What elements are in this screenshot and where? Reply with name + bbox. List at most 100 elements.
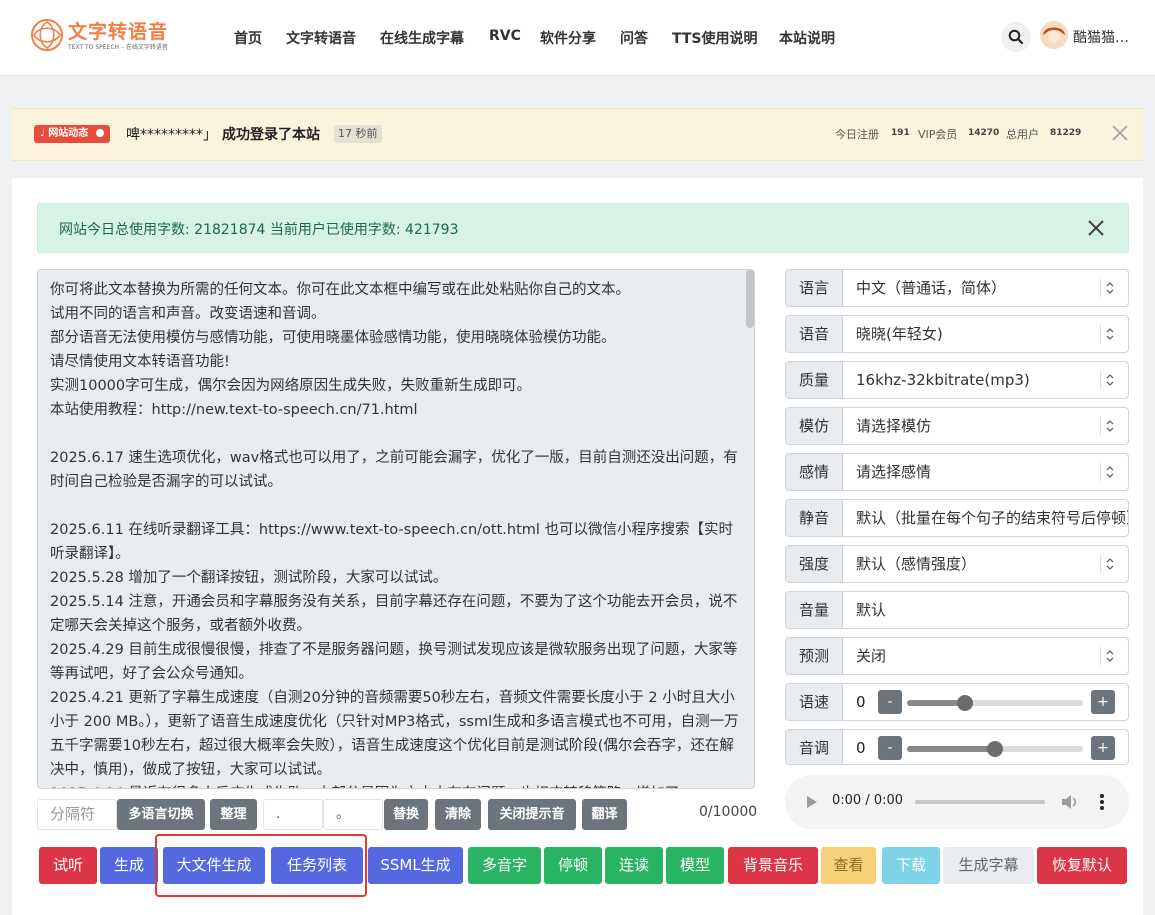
- stat-label-total: 总用户: [1006, 128, 1039, 141]
- speed-slider-track[interactable]: [907, 695, 1083, 711]
- view-button[interactable]: 查看: [821, 847, 876, 884]
- audio-progress-bar[interactable]: [915, 800, 1045, 804]
- notice-close-icon[interactable]: [1110, 123, 1130, 143]
- multi-language-toggle-button[interactable]: 多语言切换: [117, 799, 205, 830]
- play-icon[interactable]: [806, 795, 818, 809]
- text-input-content[interactable]: 你可将此文本替换为所需的任何文本。你可在此文本框中编写或在此处粘贴你自己的文本。…: [50, 278, 740, 788]
- nav-link-subtitles[interactable]: 在线生成字幕: [380, 28, 464, 48]
- pitch-minus-button[interactable]: -: [878, 736, 902, 760]
- imitation-value: 请选择模仿: [856, 417, 932, 435]
- close-prompt-sound-button[interactable]: 关闭提示音: [488, 799, 576, 830]
- pause-button[interactable]: 停顿: [544, 847, 602, 884]
- chevron-updown-icon: [1100, 371, 1118, 389]
- language-label: 语言: [786, 270, 843, 306]
- intensity-label: 强度: [786, 546, 843, 582]
- audio-player: 0:00 / 0:00: [785, 775, 1129, 829]
- stat-label-vip: VIP会员: [918, 128, 958, 141]
- volume-value: 默认: [856, 601, 887, 619]
- alert-close-icon[interactable]: [1087, 219, 1105, 237]
- more-options-icon[interactable]: [1099, 793, 1105, 811]
- restore-default-button[interactable]: 恢复默认: [1037, 847, 1127, 884]
- nav-link-text-to-speech[interactable]: 文字转语音: [286, 28, 356, 48]
- chevron-updown-icon: [1100, 463, 1118, 481]
- pitch-slider-fill: [907, 746, 995, 752]
- pitch-slider-track[interactable]: [907, 741, 1083, 757]
- speaker-icon: ♩: [40, 128, 45, 139]
- notice-badge: ♩ 网站动态: [34, 125, 110, 143]
- nav-link-rvc[interactable]: RVC: [489, 28, 521, 44]
- generate-subtitle-button[interactable]: 生成字幕: [943, 847, 1034, 884]
- background-music-button[interactable]: 背景音乐: [728, 847, 818, 884]
- pitch-slider-handle[interactable]: [987, 741, 1003, 757]
- quality-select[interactable]: 质量 16khz-32kbitrate(mp3): [785, 361, 1129, 399]
- pitch-plus-button[interactable]: +: [1091, 736, 1115, 760]
- speed-plus-button[interactable]: +: [1091, 690, 1115, 714]
- voice-select[interactable]: 语音 晓晓(年轻女): [785, 315, 1129, 353]
- quality-value: 16khz-32kbitrate(mp3): [856, 371, 1030, 389]
- avatar-face-icon: [1040, 21, 1068, 49]
- imitation-select[interactable]: 模仿 请选择模仿: [785, 407, 1129, 445]
- pitch-label: 音调: [786, 730, 843, 764]
- replace-to-input[interactable]: 。: [323, 799, 383, 830]
- ssml-generate-button[interactable]: SSML生成: [368, 847, 463, 884]
- prediction-select[interactable]: 预测 关闭: [785, 637, 1129, 675]
- stat-value-today-reg: 191: [891, 128, 910, 138]
- stat-value-total: 81229: [1050, 128, 1082, 138]
- site-logo[interactable]: 文字转语音 TEXT TO SPEECH – 在线文字转语音: [30, 16, 180, 56]
- model-button[interactable]: 模型: [666, 847, 724, 884]
- chevron-updown-icon: [1100, 279, 1118, 297]
- quality-label: 质量: [786, 362, 843, 398]
- chevron-updown-icon: [1100, 325, 1118, 343]
- search-icon: [1008, 29, 1024, 45]
- generate-button[interactable]: 生成: [100, 847, 158, 884]
- chevron-updown-icon: [1100, 555, 1118, 573]
- speed-label: 语速: [786, 684, 843, 720]
- listen-button[interactable]: 试听: [39, 847, 97, 884]
- notice-time: 17 秒前: [334, 125, 382, 143]
- language-value: 中文（普通话，简体）: [856, 279, 1007, 297]
- logo-title: 文字转语音: [68, 21, 169, 43]
- avatar[interactable]: [1040, 21, 1068, 49]
- translate-button[interactable]: 翻译: [582, 799, 627, 830]
- separator-input[interactable]: 分隔符: [37, 799, 117, 830]
- silence-label: 静音: [786, 500, 843, 536]
- search-button[interactable]: [1001, 22, 1031, 52]
- intensity-select[interactable]: 强度 默认（感情强度）: [785, 545, 1129, 583]
- nav-link-tts-guide[interactable]: TTS使用说明: [672, 28, 758, 48]
- replace-from-input[interactable]: .: [263, 799, 323, 830]
- clear-button[interactable]: 清除: [435, 799, 481, 830]
- notice-message: 成功登录了本站: [222, 127, 320, 143]
- logo-subtitle: TEXT TO SPEECH – 在线文字转语音: [68, 44, 168, 51]
- textarea-scrollbar[interactable]: [746, 270, 754, 328]
- silence-select[interactable]: 静音 默认（批量在每个句子的结束符号后停顿）: [785, 499, 1129, 537]
- speed-slider-row: 语速 0 - +: [785, 683, 1129, 721]
- pitch-value: 0: [856, 739, 866, 757]
- notice-dot-icon: [95, 128, 104, 137]
- emotion-select[interactable]: 感情 请选择感情: [785, 453, 1129, 491]
- site-activity-notice: ♩ 网站动态 啤*********」 成功登录了本站 17 秒前 今日注册 19…: [12, 108, 1143, 161]
- nav-link-home[interactable]: 首页: [234, 28, 262, 48]
- language-select[interactable]: 语言 中文（普通话，简体）: [785, 269, 1129, 307]
- usage-alert: 网站今日总使用字数: 21821874 当前用户已使用字数: 421793: [37, 203, 1129, 253]
- polyphonic-button[interactable]: 多音字: [468, 847, 541, 884]
- pitch-slider-row: 音调 0 - +: [785, 729, 1129, 765]
- nav-link-about[interactable]: 本站说明: [779, 28, 835, 48]
- download-button[interactable]: 下载: [882, 847, 940, 884]
- speed-value: 0: [856, 693, 866, 711]
- emotion-label: 感情: [786, 454, 843, 490]
- voice-label: 语音: [786, 316, 843, 352]
- speed-slider-handle[interactable]: [957, 695, 974, 711]
- text-input-area[interactable]: 你可将此文本替换为所需的任何文本。你可在此文本框中编写或在此处粘贴你自己的文本。…: [37, 269, 755, 789]
- user-name[interactable]: 酷猫猫…: [1073, 27, 1129, 47]
- volume-select[interactable]: 音量 默认: [785, 591, 1129, 629]
- chevron-updown-icon: [1100, 417, 1118, 435]
- tidy-button[interactable]: 整理: [210, 799, 257, 830]
- nav-link-qa[interactable]: 问答: [620, 28, 648, 48]
- speed-minus-button[interactable]: -: [878, 690, 902, 714]
- liaison-button[interactable]: 连读: [605, 847, 663, 884]
- nav-link-software[interactable]: 软件分享: [540, 28, 596, 48]
- char-count: 0/10000: [699, 804, 758, 820]
- replace-button[interactable]: 替换: [384, 799, 428, 830]
- silence-value: 默认（批量在每个句子的结束符号后停顿）: [856, 509, 1129, 527]
- volume-icon[interactable]: [1061, 794, 1079, 810]
